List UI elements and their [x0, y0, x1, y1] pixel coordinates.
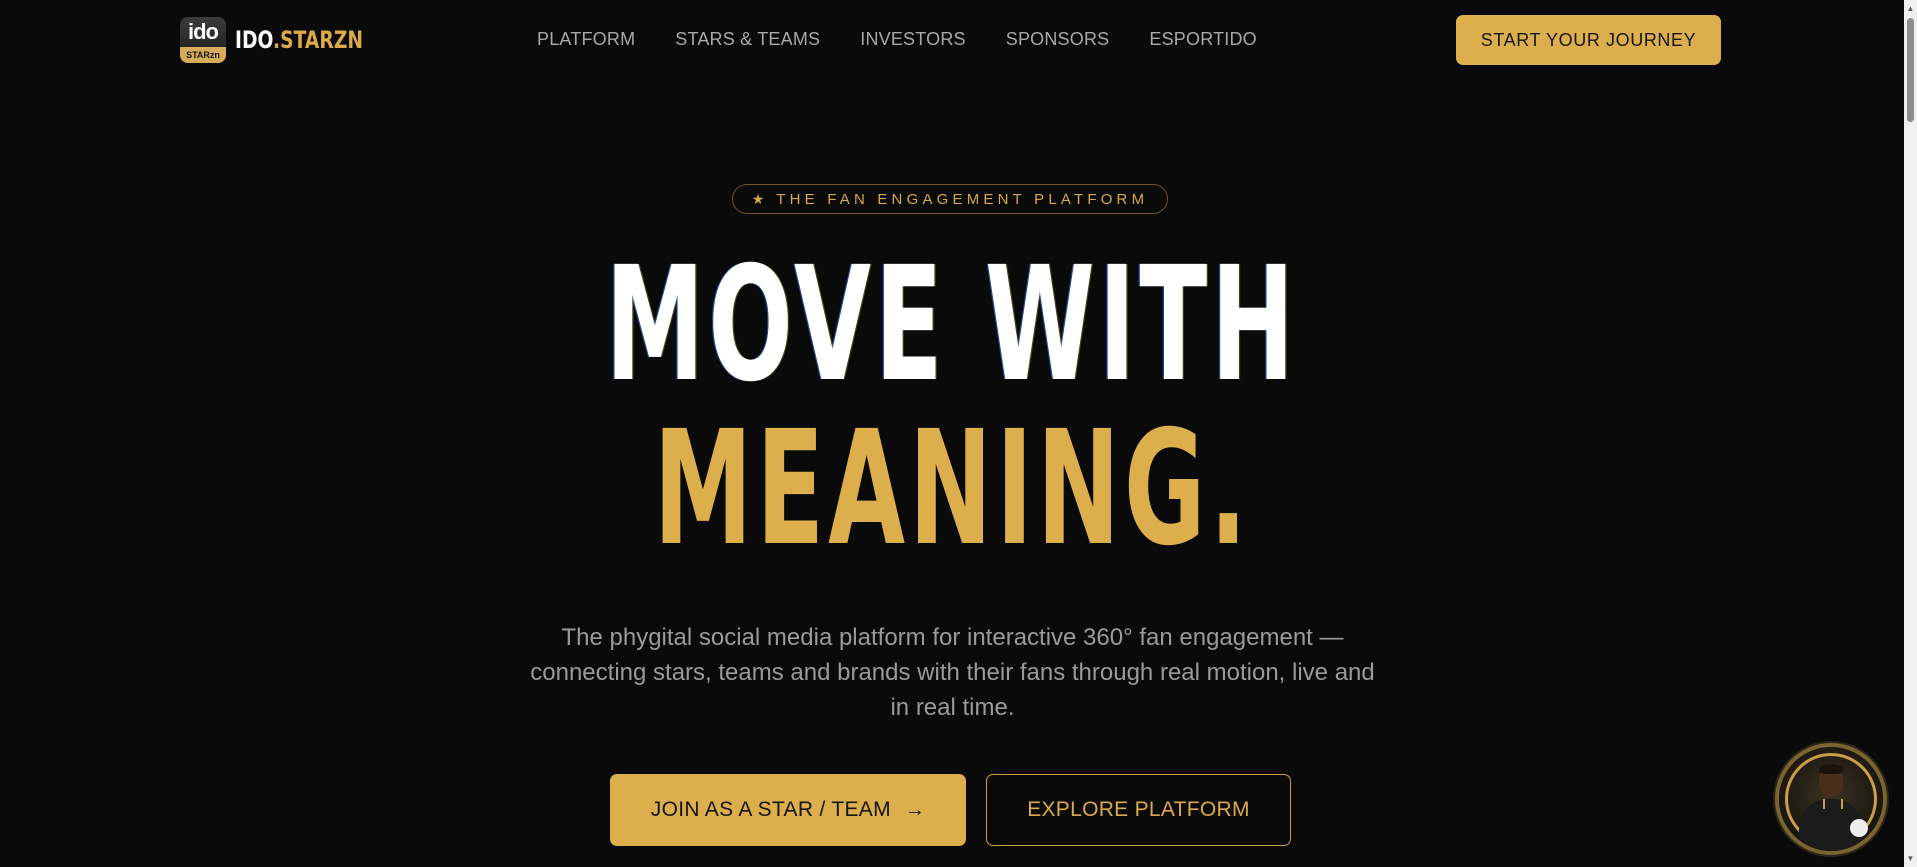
join-star-team-button[interactable]: JOIN AS A STAR / TEAM → — [610, 774, 966, 846]
landing-page: ido STARzn IDO.STARZN PLATFORM STARS & T… — [0, 0, 1917, 867]
nav-item-stars-teams[interactable]: STARS & TEAMS — [675, 28, 820, 50]
scroll-thumb[interactable] — [1907, 18, 1914, 122]
page-scrollbar[interactable]: ▲ ▼ — [1904, 0, 1917, 867]
nav-item-sponsors[interactable]: SPONSORS — [1006, 28, 1110, 50]
start-journey-button[interactable]: START YOUR JOURNEY — [1456, 15, 1721, 65]
hero-subtitle: The phygital social media platform for i… — [530, 624, 1375, 721]
star-icon: ★ — [751, 190, 765, 207]
brand-logo[interactable]: ido STARzn IDO.STARZN — [180, 17, 399, 63]
arrow-right-icon: → — [904, 798, 926, 821]
headline-line-2-text: MEANING. — [653, 397, 1251, 581]
explore-platform-button[interactable]: EXPLORE PLATFORM — [986, 774, 1291, 846]
logo-badge-icon: ido STARzn — [180, 17, 226, 63]
avatar-hair — [1819, 764, 1843, 774]
headline-line-2: MEANING. — [0, 397, 1904, 581]
nav-item-esportido[interactable]: ESPORTIDO — [1149, 28, 1257, 50]
headline-line-1-text: MOVE WITH — [605, 233, 1299, 417]
avatar-collar — [1823, 799, 1843, 809]
brand-name-gold: .STARZN — [273, 26, 364, 54]
assistant-avatar[interactable] — [1779, 747, 1883, 851]
scroll-up-arrow-icon[interactable]: ▲ — [1904, 0, 1917, 17]
join-star-team-label: JOIN AS A STAR / TEAM — [650, 798, 891, 821]
main-nav: PLATFORM STARS & TEAMS INVESTORS SPONSOR… — [537, 28, 1297, 50]
brand-name-white: IDO — [235, 26, 274, 54]
logo-badge-top: ido — [180, 17, 226, 47]
scroll-down-arrow-icon[interactable]: ▼ — [1904, 850, 1917, 867]
soccer-ball-icon — [1850, 819, 1868, 837]
eyebrow-text: THE FAN ENGAGEMENT PLATFORM — [776, 190, 1149, 208]
headline-line-1: MOVE WITH — [0, 233, 1904, 417]
eyebrow-badge: ★ THE FAN ENGAGEMENT PLATFORM — [732, 184, 1168, 214]
nav-item-investors[interactable]: INVESTORS — [860, 28, 966, 50]
nav-item-platform[interactable]: PLATFORM — [537, 28, 635, 50]
brand-name: IDO.STARZN — [235, 26, 363, 54]
logo-badge-bottom: STARzn — [180, 47, 226, 63]
